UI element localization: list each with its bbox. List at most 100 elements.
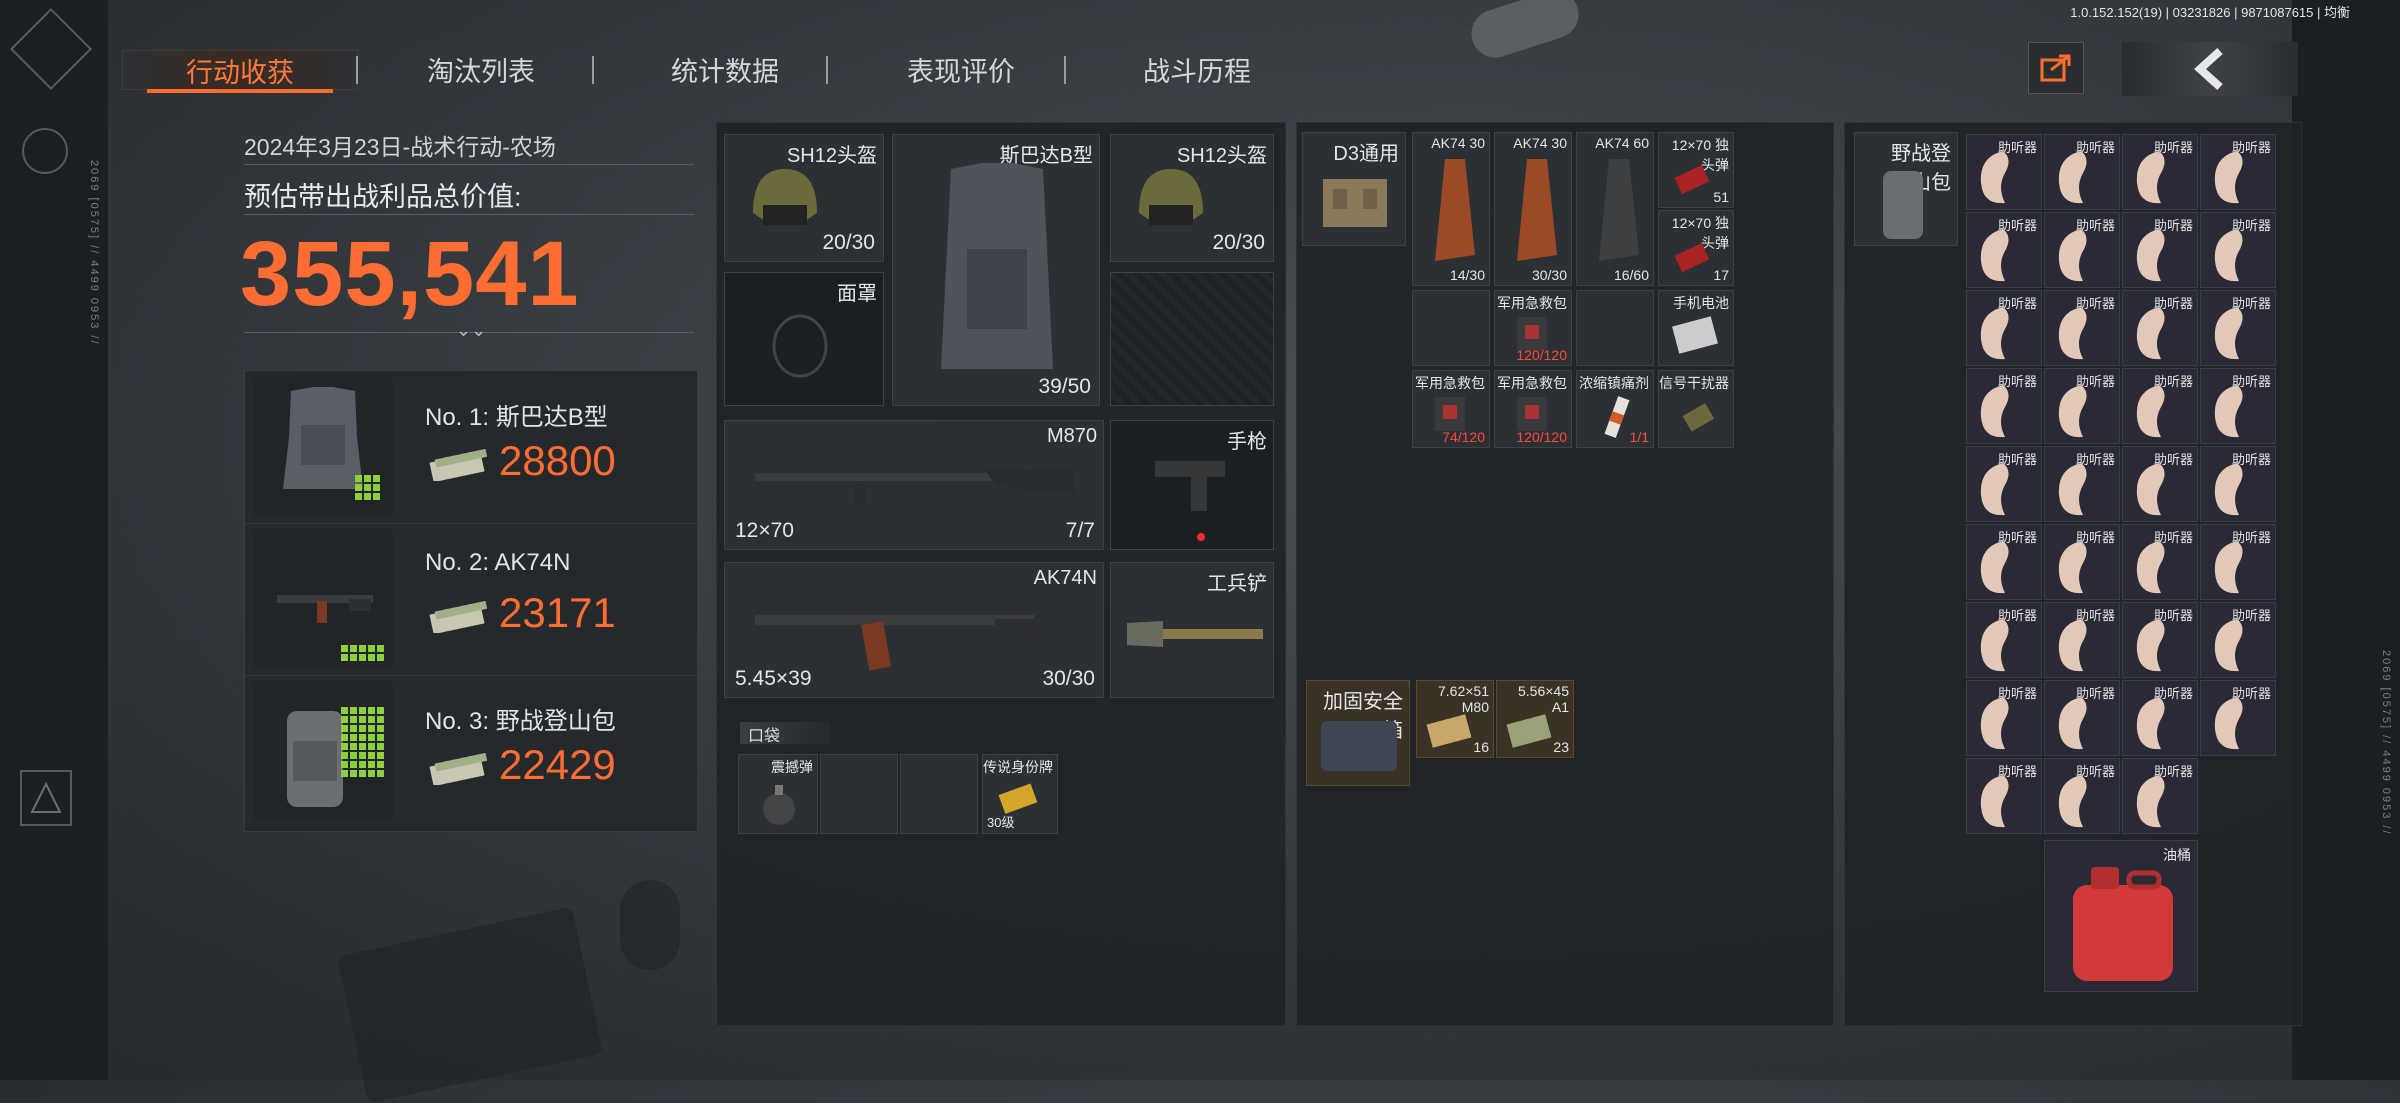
hearing-aid-item[interactable]: 助听器 xyxy=(2044,212,2120,288)
hearing-aid-item[interactable]: 助听器 xyxy=(2200,680,2276,756)
helmet2-slot[interactable]: SH12头盔 20/30 xyxy=(1110,134,1274,262)
helmet-slot[interactable]: SH12头盔 20/30 xyxy=(724,134,884,262)
helmet-icon xyxy=(1139,169,1203,225)
hearing-aid-item[interactable]: 助听器 xyxy=(1966,446,2042,522)
hearing-aid-item[interactable]: 助听器 xyxy=(2044,524,2120,600)
hearing-aid-item[interactable]: 助听器 xyxy=(1966,602,2042,678)
hearing-aid-item[interactable]: 助听器 xyxy=(2044,446,2120,522)
hearing-aid-icon xyxy=(1980,541,2009,594)
tab-performance[interactable]: 表现评价 xyxy=(846,50,1076,88)
battery-slot[interactable]: 手机电池 xyxy=(1658,290,1734,366)
ammo-slot[interactable]: 5.56×45 A1 23 xyxy=(1496,680,1574,758)
hearing-aid-item[interactable]: 助听器 xyxy=(2044,368,2120,444)
hearing-aid-item[interactable]: 助听器 xyxy=(2044,290,2120,366)
pocket-slot-empty[interactable] xyxy=(820,754,898,834)
melee-slot[interactable]: 工兵铲 xyxy=(1110,562,1274,698)
hearing-aid-item[interactable]: 助听器 xyxy=(2122,680,2198,756)
item-name: 军用急救包 xyxy=(1497,295,1567,311)
hearing-aid-item[interactable]: 助听器 xyxy=(2122,290,2198,366)
chest-rig-icon xyxy=(1323,179,1387,227)
mag-name: AK74 60 xyxy=(1595,135,1649,151)
hearing-aid-item[interactable]: 助听器 xyxy=(2200,602,2276,678)
list-item[interactable]: No. 2: AK74N 23171 xyxy=(245,523,697,676)
fuel-can-slot[interactable]: 油桶 xyxy=(2044,840,2198,992)
rig-slot[interactable]: D3通用 xyxy=(1302,132,1406,246)
medkit-icon xyxy=(1435,397,1465,431)
secondary-weapon-slot[interactable]: AK74N 5.45×39 30/30 xyxy=(724,562,1104,698)
hearing-aid-item[interactable]: 助听器 xyxy=(2200,446,2276,522)
magazine-decoration xyxy=(337,906,603,1103)
back-button[interactable] xyxy=(2122,42,2298,96)
hearing-aid-item[interactable]: 助听器 xyxy=(2122,602,2198,678)
fuel-can-icon xyxy=(2073,867,2173,981)
tab-statistics[interactable]: 统计数据 xyxy=(610,50,840,88)
size-indicator xyxy=(341,645,384,661)
hearing-aid-icon xyxy=(2058,775,2087,828)
divider xyxy=(244,214,694,215)
hearing-aid-item[interactable]: 助听器 xyxy=(2200,134,2276,210)
hearing-aid-icon xyxy=(2214,619,2243,672)
pistol-slot[interactable]: 手枪 xyxy=(1110,420,1274,550)
ammo-slot[interactable]: 12×70 独头弹 51 xyxy=(1658,132,1734,208)
rank-value: 23171 xyxy=(499,589,616,636)
hearing-aid-icon xyxy=(2058,229,2087,282)
medkit-slot[interactable]: 军用急救包 74/120 xyxy=(1412,370,1490,448)
share-button[interactable] xyxy=(2028,42,2084,94)
mag-slot[interactable]: AK74 30 30/30 xyxy=(1494,132,1572,286)
hearing-aid-item[interactable]: 助听器 xyxy=(1966,680,2042,756)
ammo-slot[interactable]: 12×70 独头弹 17 xyxy=(1658,210,1734,286)
safe-box-slot[interactable]: 加固安全箱 xyxy=(1306,680,1410,786)
shovel-icon xyxy=(1127,621,1263,647)
hearing-aid-item[interactable]: 助听器 xyxy=(1966,758,2042,834)
hearing-aid-item[interactable]: 助听器 xyxy=(2122,134,2198,210)
size-indicator xyxy=(355,475,380,500)
hearing-aid-item[interactable]: 助听器 xyxy=(1966,368,2042,444)
hearing-aid-item[interactable]: 助听器 xyxy=(2122,212,2198,288)
pocket-slot[interactable]: 传说身份牌 30级 xyxy=(982,754,1058,834)
chevron-down-icon[interactable]: ⌄⌄ xyxy=(456,320,486,341)
tab-battle-history[interactable]: 战斗历程 xyxy=(1082,50,1312,88)
rank-name: No. 2: AK74N xyxy=(425,549,571,576)
medkit-slot[interactable]: 军用急救包 120/120 xyxy=(1494,290,1572,366)
hearing-aid-item[interactable]: 助听器 xyxy=(1966,134,2042,210)
rig-slot-empty[interactable] xyxy=(1412,290,1490,366)
hearing-aid-item[interactable]: 助听器 xyxy=(2122,368,2198,444)
mag-slot[interactable]: AK74 30 14/30 xyxy=(1412,132,1490,286)
hearing-aid-item[interactable]: 助听器 xyxy=(2122,524,2198,600)
tab-separator xyxy=(1064,56,1066,84)
hearing-aid-item[interactable]: 助听器 xyxy=(2200,290,2276,366)
back-arrow-icon xyxy=(2194,48,2223,90)
hearing-aid-item[interactable]: 助听器 xyxy=(1966,290,2042,366)
list-item[interactable]: No. 3: 野战登山包 22429 xyxy=(245,675,697,827)
mag-slot[interactable]: AK74 60 16/60 xyxy=(1576,132,1654,286)
backpack-slot[interactable]: 野战登山包 xyxy=(1854,132,1958,246)
hearing-aid-item[interactable]: 助听器 xyxy=(2122,446,2198,522)
jammer-slot[interactable]: 信号干扰器 xyxy=(1658,370,1734,448)
rank-value: 28800 xyxy=(499,437,616,484)
hearing-aid-item[interactable]: 助听器 xyxy=(2200,524,2276,600)
hearing-aid-item[interactable]: 助听器 xyxy=(2200,212,2276,288)
frame-code-text-right: 2069 [0575] // 4499 0953 // xyxy=(2380,650,2392,836)
hearing-aid-item[interactable]: 助听器 xyxy=(1966,524,2042,600)
hearing-aid-item[interactable]: 助听器 xyxy=(2044,758,2120,834)
ammo-slot[interactable]: 7.62×51 M80 16 xyxy=(1416,680,1494,758)
tab-eliminations[interactable]: 淘汰列表 xyxy=(376,50,586,88)
hearing-aid-item[interactable]: 助听器 xyxy=(2044,680,2120,756)
painkiller-slot[interactable]: 浓缩镇痛剂 1/1 xyxy=(1576,370,1654,448)
pocket-slot[interactable]: 震撼弹 xyxy=(738,754,818,834)
mask-slot[interactable]: 面罩 xyxy=(724,272,884,406)
rank-name: No. 1: 斯巴达B型 xyxy=(425,404,608,431)
medkit-slot[interactable]: 军用急救包 120/120 xyxy=(1494,370,1572,448)
hearing-aid-item[interactable]: 助听器 xyxy=(2122,758,2198,834)
hearing-aid-item[interactable]: 助听器 xyxy=(2200,368,2276,444)
pocket-slot-empty[interactable] xyxy=(900,754,978,834)
hearing-aid-item[interactable]: 助听器 xyxy=(2044,602,2120,678)
item-count: 120/120 xyxy=(1516,347,1567,363)
armor-slot[interactable]: 斯巴达B型 39/50 xyxy=(892,134,1100,406)
list-item[interactable]: No. 1: 斯巴达B型 28800 xyxy=(245,371,697,524)
hearing-aid-item[interactable]: 助听器 xyxy=(2044,134,2120,210)
primary-weapon-slot[interactable]: M870 12×70 7/7 xyxy=(724,420,1104,550)
tab-loot[interactable]: 行动收获 xyxy=(122,50,358,93)
rig-slot-empty[interactable] xyxy=(1576,290,1654,366)
hearing-aid-item[interactable]: 助听器 xyxy=(1966,212,2042,288)
